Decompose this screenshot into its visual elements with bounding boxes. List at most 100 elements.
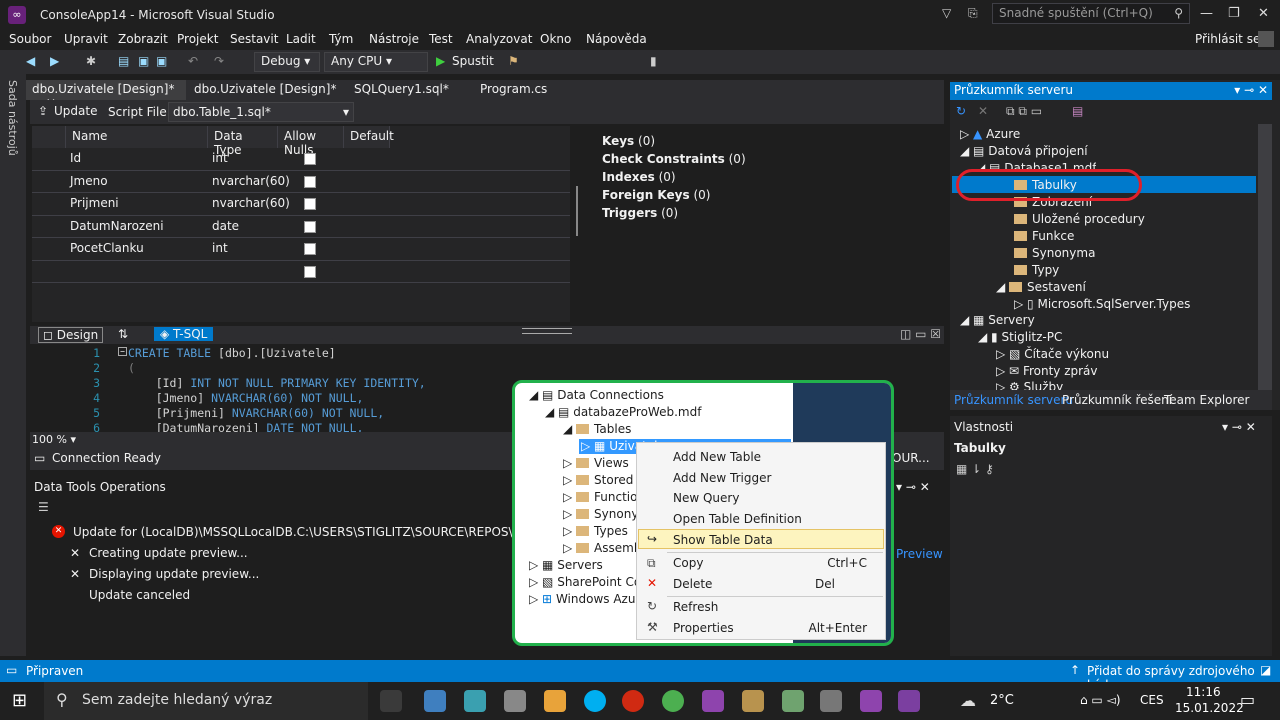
menu-napoveda[interactable]: Nápověda bbox=[586, 32, 647, 46]
panel-controls[interactable]: ▾ ⊸ ✕ bbox=[1222, 420, 1256, 434]
refresh-icon[interactable]: ↻ bbox=[956, 104, 966, 118]
allow-nulls-checkbox[interactable] bbox=[304, 220, 316, 233]
column-header-default[interactable]: Default bbox=[344, 126, 394, 148]
inset-tree-stored[interactable]: ▷ Stored P bbox=[563, 473, 644, 487]
update-button[interactable]: Update bbox=[54, 104, 97, 118]
scrollbar[interactable] bbox=[1258, 124, 1272, 390]
preview-link[interactable]: Preview bbox=[896, 547, 943, 561]
menu-item-add-new-table[interactable]: Add New Table bbox=[673, 450, 761, 464]
avatar-icon[interactable] bbox=[1258, 31, 1274, 47]
menu-item-new-query[interactable]: New Query bbox=[673, 491, 739, 505]
panel-controls[interactable]: ▾ ⊸ ✕ bbox=[896, 480, 930, 494]
file-explorer-icon[interactable] bbox=[544, 690, 566, 712]
tree-item-procedury[interactable]: Uložené procedury bbox=[1014, 212, 1145, 226]
row-type[interactable]: int bbox=[212, 151, 228, 165]
tab-server-explorer[interactable]: Průzkumník serveru bbox=[954, 393, 1073, 407]
menu-soubor[interactable]: Soubor bbox=[9, 32, 51, 46]
menu-zobrazit[interactable]: Zobrazit bbox=[118, 32, 168, 46]
menu-test[interactable]: Test bbox=[429, 32, 453, 46]
allow-nulls-checkbox[interactable] bbox=[304, 198, 316, 210]
app-icon-6[interactable] bbox=[820, 690, 842, 712]
clock-date[interactable]: 15.01.2022 bbox=[1175, 701, 1244, 715]
allow-nulls-checkbox[interactable] bbox=[304, 265, 316, 278]
allow-nulls-checkbox[interactable] bbox=[304, 175, 316, 188]
inset-tree-views[interactable]: ▷ Views bbox=[563, 456, 629, 470]
menu-tym[interactable]: Tým bbox=[329, 32, 353, 46]
stop-icon[interactable]: ✕ bbox=[978, 104, 988, 118]
app-icon-1[interactable] bbox=[424, 690, 446, 712]
column-header-type[interactable]: Data Type bbox=[208, 126, 278, 157]
maximize-button[interactable]: ❐ bbox=[1228, 6, 1240, 21]
menu-item-properties[interactable]: Properties bbox=[673, 621, 734, 635]
tree-item-azure[interactable]: ▷ ▲ Azure bbox=[960, 127, 1020, 141]
table-row[interactable]: Id int bbox=[32, 148, 570, 171]
row-name[interactable]: DatumNarozeni bbox=[70, 219, 164, 233]
inset-tree-functions[interactable]: ▷ Functio bbox=[563, 490, 637, 504]
row-type[interactable]: date bbox=[212, 219, 239, 233]
action-center-icon[interactable]: ▭ bbox=[1240, 690, 1255, 709]
save-icon[interactable]: ▣ bbox=[138, 54, 149, 68]
design-pane-button[interactable]: ◻ Design bbox=[38, 327, 104, 343]
tree-item-sqlserver-types[interactable]: ▷ ▯ Microsoft.SqlServer.Types bbox=[1014, 297, 1190, 311]
taskbar-search-input[interactable]: ⚲ Sem zadejte hledaný výraz bbox=[44, 682, 368, 720]
properties-icon[interactable]: ▤ bbox=[1072, 104, 1083, 118]
task-view-icon[interactable] bbox=[380, 690, 402, 712]
tab-uzivatele-design[interactable]: dbo.Uzivatele [Design]* bbox=[188, 80, 342, 100]
menu-item-add-new-trigger[interactable]: Add New Trigger bbox=[673, 471, 771, 485]
inset-tree-tables[interactable]: ◢ Tables bbox=[563, 422, 631, 436]
column-header-name[interactable]: Name bbox=[66, 126, 208, 148]
save-all-icon[interactable]: ▣ bbox=[156, 54, 167, 68]
tree-item-synonyma[interactable]: Synonyma bbox=[1014, 246, 1095, 260]
menu-ladit[interactable]: Ladit bbox=[286, 32, 316, 46]
inset-tree-database[interactable]: ◢ ▤ databazeProWeb.mdf bbox=[545, 405, 701, 419]
foreign-keys-item[interactable]: Foreign Keys (0) bbox=[602, 186, 746, 204]
inset-tree-synonyms[interactable]: ▷ Synony bbox=[563, 507, 638, 521]
tab-uzivatele-design-active[interactable]: dbo.Uzivatele [Design]* ⊸ ✕ bbox=[26, 80, 186, 110]
menu-okno[interactable]: Okno bbox=[540, 32, 571, 46]
redo-icon[interactable]: ↷ bbox=[214, 54, 224, 68]
row-name[interactable]: Jmeno bbox=[70, 174, 108, 188]
menu-item-copy[interactable]: Copy bbox=[673, 556, 703, 570]
keys-item[interactable]: Keys (0) bbox=[602, 132, 746, 150]
toolbox-strip[interactable]: Sada nástrojů bbox=[0, 74, 26, 656]
forward-icon[interactable]: ▶ bbox=[50, 54, 59, 68]
inset-tree-data-connections[interactable]: ◢ ▤ Data Connections bbox=[529, 388, 664, 402]
table-row-new[interactable] bbox=[32, 261, 570, 283]
menu-sestavit[interactable]: Sestavit bbox=[230, 32, 278, 46]
skype-icon[interactable] bbox=[584, 690, 606, 712]
column-header-nulls[interactable]: Allow Nulls bbox=[278, 126, 344, 157]
update-icon[interactable]: ⇪ bbox=[38, 104, 48, 118]
row-type[interactable]: nvarchar(60) bbox=[212, 174, 290, 188]
tab-sqlquery[interactable]: SQLQuery1.sql* bbox=[348, 80, 455, 100]
menu-item-refresh[interactable]: Refresh bbox=[673, 600, 718, 614]
menu-item-open-table-definition[interactable]: Open Table Definition bbox=[673, 512, 802, 526]
windows-start-icon[interactable]: ⊞ bbox=[12, 690, 27, 711]
indexes-item[interactable]: Indexes (0) bbox=[602, 168, 746, 186]
app-icon-2[interactable] bbox=[464, 690, 486, 712]
splitter[interactable] bbox=[576, 186, 578, 236]
categorized-icon[interactable]: ▦ ⇂ ⚷ bbox=[956, 462, 994, 476]
app-icon-4[interactable] bbox=[742, 690, 764, 712]
tree-item-stiglitz-pc[interactable]: ◢ ▮ Stiglitz-PC bbox=[978, 330, 1062, 344]
table-row[interactable]: PocetClanku int bbox=[32, 238, 570, 261]
attach-icon[interactable]: ⚑ bbox=[508, 54, 519, 68]
sign-in-link[interactable]: Přihlásit se bbox=[1195, 32, 1260, 46]
row-name[interactable]: Id bbox=[70, 151, 81, 165]
clock-time[interactable]: 11:16 bbox=[1186, 685, 1221, 699]
inset-tree-assemblies[interactable]: ▷ Assemb bbox=[563, 541, 641, 555]
inset-tree-types[interactable]: ▷ Types bbox=[563, 524, 628, 538]
minimize-button[interactable]: — bbox=[1200, 6, 1213, 21]
panel-controls[interactable]: ▾ ⊸ ✕ bbox=[1234, 83, 1268, 97]
notification-icon[interactable]: ◪ bbox=[1260, 663, 1271, 677]
clear-icon[interactable]: ☰ bbox=[38, 500, 49, 514]
tree-item-sluzby[interactable]: ▷ ⚙ Služby bbox=[996, 380, 1063, 390]
opera-icon[interactable] bbox=[622, 690, 644, 712]
allow-nulls-checkbox[interactable] bbox=[304, 153, 316, 165]
tree-item-typy[interactable]: Typy bbox=[1014, 263, 1059, 277]
allow-nulls-checkbox[interactable] bbox=[304, 243, 316, 255]
table-row[interactable]: Prijmeni nvarchar(60) bbox=[32, 193, 570, 216]
table-row[interactable]: DatumNarozeni date bbox=[32, 216, 570, 238]
visual-studio-icon-2[interactable] bbox=[860, 690, 882, 712]
row-type[interactable]: nvarchar(60) bbox=[212, 196, 290, 210]
back-icon[interactable]: ◀ bbox=[26, 54, 35, 68]
